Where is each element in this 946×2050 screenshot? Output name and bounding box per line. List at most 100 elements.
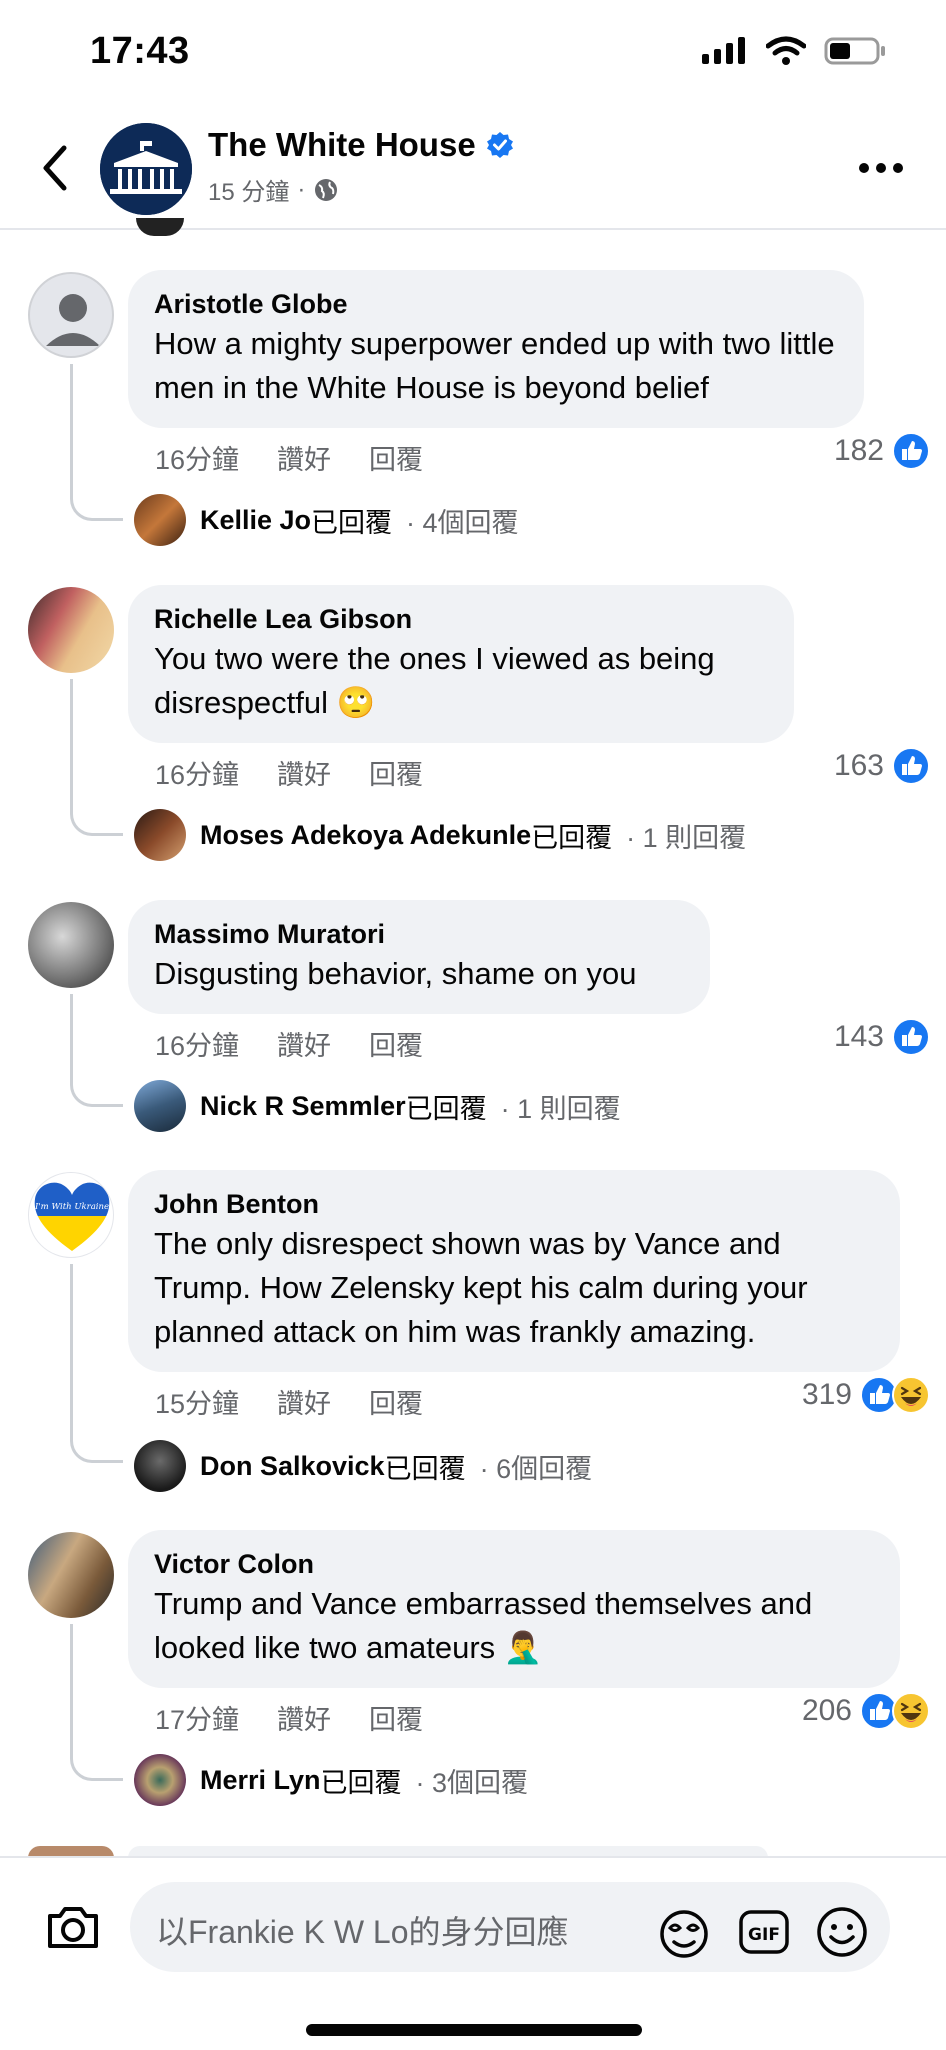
replies-summary[interactable]: Kellie Jo 已回覆 · 4個回覆 <box>134 494 519 546</box>
status-time: 17:43 <box>90 30 190 72</box>
reply-verb: 已回覆 <box>311 507 393 538</box>
reply-verb: 已回覆 <box>320 1767 402 1798</box>
comment-bubble: Aristotle Globe How a mighty superpower … <box>128 270 864 428</box>
meta-separator: · <box>297 175 306 203</box>
wifi-icon <box>766 36 806 65</box>
avatar[interactable] <box>28 272 114 358</box>
reaction-summary[interactable]: 319 <box>802 1376 930 1414</box>
comment-text: You two were the ones I viewed as being … <box>154 641 715 720</box>
avatar[interactable]: I'm With Ukraine <box>28 1172 114 1258</box>
avatar[interactable] <box>134 1080 186 1132</box>
like-button[interactable]: 讚好 <box>277 753 331 792</box>
emoji-icon[interactable] <box>814 1904 870 1960</box>
reply-button[interactable]: 回覆 <box>369 1382 423 1421</box>
avatar[interactable] <box>134 494 186 546</box>
camera-icon[interactable] <box>44 1898 102 1956</box>
white-house-logo-icon <box>100 123 192 215</box>
replies-summary[interactable]: Merri Lyn 已回覆 · 3個回覆 <box>134 1754 528 1806</box>
like-reaction-icon <box>892 1018 930 1056</box>
comment-time: 16分鐘 <box>155 1031 240 1061</box>
reply-author: Moses Adekoya Adekunle <box>200 819 532 850</box>
avatar[interactable] <box>134 1754 186 1806</box>
avatar[interactable] <box>28 902 114 988</box>
page-avatar[interactable] <box>100 123 192 215</box>
globe-icon <box>315 178 338 201</box>
cellular-signal-icon <box>702 37 745 64</box>
comment-author[interactable]: Richelle Lea Gibson <box>154 601 768 637</box>
status-bar: 17:43 <box>0 0 946 110</box>
thread-connector <box>70 679 123 836</box>
back-arrow-icon[interactable] <box>34 140 78 196</box>
reaction-summary[interactable]: 206 <box>802 1692 930 1730</box>
reply-author: Merri Lyn <box>200 1764 321 1795</box>
comment-input[interactable]: 以Frankie K W Lo的身分回應 GIF <box>130 1882 890 1972</box>
avatar[interactable] <box>134 809 186 861</box>
comment-actions: 15分鐘 讚好 回覆 <box>155 1382 423 1421</box>
thread-connector <box>70 994 123 1107</box>
reply-count: · 1 則回覆 <box>626 822 747 853</box>
comment-text: The only disrespect shown was by Vance a… <box>154 1226 808 1349</box>
reaction-count: 143 <box>833 1020 884 1053</box>
comment-author[interactable]: Aristotle Globe <box>154 286 838 322</box>
avatar[interactable] <box>28 587 114 673</box>
comment-composer: 以Frankie K W Lo的身分回應 GIF <box>0 1856 946 2050</box>
reply-author: Nick R Semmler <box>200 1090 406 1121</box>
reply-count: · 6個回覆 <box>479 1453 593 1484</box>
reply-author: Kellie Jo <box>200 504 312 535</box>
page-title[interactable]: The White House <box>208 126 514 164</box>
reply-button[interactable]: 回覆 <box>369 438 423 477</box>
reply-button[interactable]: 回覆 <box>369 1024 423 1063</box>
avatar[interactable] <box>28 1532 114 1618</box>
avatar-sticker-icon[interactable] <box>656 1904 712 1960</box>
default-profile-icon <box>46 294 100 346</box>
haha-reaction-icon <box>892 1376 930 1414</box>
more-options-icon[interactable] <box>856 148 906 188</box>
replies-summary[interactable]: Nick R Semmler 已回覆 · 1 則回覆 <box>134 1080 621 1132</box>
like-reaction-icon <box>892 432 930 470</box>
reply-count: · 3個回覆 <box>415 1767 529 1798</box>
comment-text: Disgusting behavior, shame on you <box>154 956 637 991</box>
reply-count: · 1 則回覆 <box>500 1093 621 1124</box>
thread-connector <box>70 364 123 521</box>
like-button[interactable]: 讚好 <box>277 438 331 477</box>
like-button[interactable]: 讚好 <box>277 1698 331 1737</box>
reaction-count: 182 <box>833 434 884 467</box>
reaction-count: 163 <box>833 749 884 782</box>
replies-summary[interactable]: Moses Adekoya Adekunle 已回覆 · 1 則回覆 <box>134 809 746 861</box>
replies-summary[interactable]: Don Salkovick 已回覆 · 6個回覆 <box>134 1440 592 1492</box>
reaction-count: 319 <box>801 1378 852 1411</box>
comment-actions: 16分鐘 讚好 回覆 <box>155 438 423 477</box>
reply-button[interactable]: 回覆 <box>369 1698 423 1737</box>
avatar[interactable] <box>134 1440 186 1492</box>
status-icons <box>702 36 886 66</box>
post-meta: 15 分鐘 · <box>208 172 339 207</box>
reaction-summary[interactable]: 163 <box>834 747 930 785</box>
comment-time: 17分鐘 <box>155 1705 240 1735</box>
comment-author[interactable]: Victor Colon <box>154 1546 874 1582</box>
haha-reaction-icon <box>892 1692 930 1730</box>
comment-actions: 17分鐘 讚好 回覆 <box>155 1698 423 1737</box>
comment-bubble: Massimo Muratori Disgusting behavior, sh… <box>128 900 710 1014</box>
gif-icon[interactable]: GIF <box>736 1904 792 1960</box>
comment-input-placeholder: 以Frankie K W Lo的身分回應 <box>156 1914 569 1950</box>
post-time: 15 分鐘 <box>208 179 290 206</box>
comment-text: How a mighty superpower ended up with tw… <box>154 326 835 405</box>
like-button[interactable]: 讚好 <box>277 1382 331 1421</box>
like-button[interactable]: 讚好 <box>277 1024 331 1063</box>
previous-reply-avatar-partial <box>136 218 184 236</box>
comment-time: 16分鐘 <box>155 445 240 475</box>
comment-bubble: John Benton The only disrespect shown wa… <box>128 1170 900 1372</box>
reply-button[interactable]: 回覆 <box>369 753 423 792</box>
comment-author[interactable]: Massimo Muratori <box>154 916 684 952</box>
post-header: The White House 15 分鐘 · <box>0 110 946 230</box>
reaction-count: 206 <box>801 1694 852 1727</box>
reaction-summary[interactable]: 143 <box>834 1018 930 1056</box>
comment-actions: 16分鐘 讚好 回覆 <box>155 1024 423 1063</box>
reply-count: · 4個回覆 <box>406 507 519 538</box>
home-indicator[interactable] <box>306 2024 642 2036</box>
reaction-summary[interactable]: 182 <box>834 432 930 470</box>
page-name-label: The White House <box>208 126 476 163</box>
like-reaction-icon <box>892 747 930 785</box>
comment-author[interactable]: John Benton <box>154 1186 874 1222</box>
reply-verb: 已回覆 <box>405 1093 487 1124</box>
